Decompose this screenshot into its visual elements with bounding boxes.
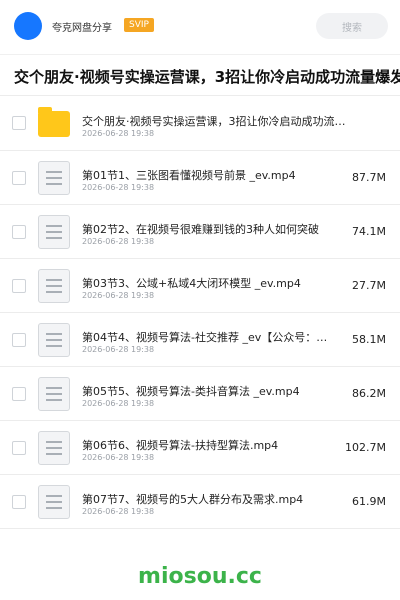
file-size: 58.1M (352, 333, 386, 346)
file-name: 第06节6、视频号算法-扶持型算法.mp4 (82, 439, 279, 452)
file-date: 2026-06-28 19:38 (82, 507, 155, 516)
page-title-bar: 交个朋友·视频号实操运营课，3招让你冷启动成功流量爆发 (0, 54, 400, 96)
file-name: 第01节1、三张图看懂视频号前景 _ev.mp4 (82, 169, 296, 182)
file-date: 2026-06-28 19:38 (82, 237, 155, 246)
folder-icon (38, 107, 70, 137)
file-date: 2026-06-28 19:38 (82, 129, 155, 138)
row-checkbox[interactable] (12, 495, 26, 509)
video-file-icon (38, 215, 70, 249)
file-name: 第02节2、在视频号很难赚到钱的3种人如何突破 (82, 223, 319, 236)
video-file-icon (38, 323, 70, 357)
search-input[interactable]: 搜索 (316, 13, 388, 39)
list-item[interactable]: 交个朋友·视频号实操运营课，3招让你冷启动成功流量爆发 2026-06-28 1… (0, 97, 400, 151)
file-size: 102.7M (345, 441, 386, 454)
search-placeholder: 搜索 (342, 23, 362, 34)
list-item[interactable]: 第07节7、视频号的5大人群分布及需求.mp4 2026-06-28 19:38… (0, 475, 400, 529)
file-date: 2026-06-28 19:38 (82, 183, 155, 192)
row-checkbox[interactable] (12, 225, 26, 239)
list-item[interactable]: 第03节3、公域+私域4大闭环模型 _ev.mp4 2026-06-28 19:… (0, 259, 400, 313)
file-date: 2026-06-28 19:38 (82, 399, 155, 408)
list-item[interactable]: 第06节6、视频号算法-扶持型算法.mp4 2026-06-28 19:38 1… (0, 421, 400, 475)
file-date: 2026-06-28 19:38 (82, 291, 155, 300)
list-item[interactable]: 第05节5、视频号算法-类抖音算法 _ev.mp4 2026-06-28 19:… (0, 367, 400, 421)
row-checkbox[interactable] (12, 116, 26, 130)
file-size: 27.7M (352, 279, 386, 292)
row-checkbox[interactable] (12, 279, 26, 293)
share-header: 夸克网盘分享 SVIP 搜索 (0, 0, 400, 54)
row-checkbox[interactable] (12, 171, 26, 185)
list-item[interactable]: 第02节2、在视频号很难赚到钱的3种人如何突破 2026-06-28 19:38… (0, 205, 400, 259)
svip-badge: SVIP (124, 18, 154, 32)
video-file-icon (38, 431, 70, 465)
file-size: 61.9M (352, 495, 386, 508)
watermark-brand: miosou.cc (138, 564, 262, 589)
file-name: 第07节7、视频号的5大人群分布及需求.mp4 (82, 493, 304, 506)
row-checkbox[interactable] (12, 333, 26, 347)
file-list: 交个朋友·视频号实操运营课，3招让你冷启动成功流量爆发 2026-06-28 1… (0, 97, 400, 529)
row-checkbox[interactable] (12, 441, 26, 455)
list-item[interactable]: 第01节1、三张图看懂视频号前景 _ev.mp4 2026-06-28 19:3… (0, 151, 400, 205)
page-title: 交个朋友·视频号实操运营课，3招让你冷启动成功流量爆发 (14, 68, 400, 86)
file-name: 第04节4、视频号算法-社交推荐 _ev【公众号：… (82, 331, 328, 344)
file-name: 交个朋友·视频号实操运营课，3招让你冷启动成功流量爆发 (82, 115, 352, 128)
file-size: 87.7M (352, 171, 386, 184)
avatar[interactable] (14, 12, 42, 40)
row-checkbox[interactable] (12, 387, 26, 401)
video-file-icon (38, 269, 70, 303)
file-name: 第03节3、公域+私域4大闭环模型 _ev.mp4 (82, 277, 301, 290)
file-size: 86.2M (352, 387, 386, 400)
file-size: 74.1M (352, 225, 386, 238)
video-file-icon (38, 485, 70, 519)
file-date: 2026-06-28 19:38 (82, 345, 155, 354)
share-name: 夸克网盘分享 (52, 23, 112, 34)
file-date: 2026-06-28 19:38 (82, 453, 155, 462)
file-name: 第05节5、视频号算法-类抖音算法 _ev.mp4 (82, 385, 300, 398)
list-item[interactable]: 第04节4、视频号算法-社交推荐 _ev【公众号：… 2026-06-28 19… (0, 313, 400, 367)
video-file-icon (38, 161, 70, 195)
video-file-icon (38, 377, 70, 411)
